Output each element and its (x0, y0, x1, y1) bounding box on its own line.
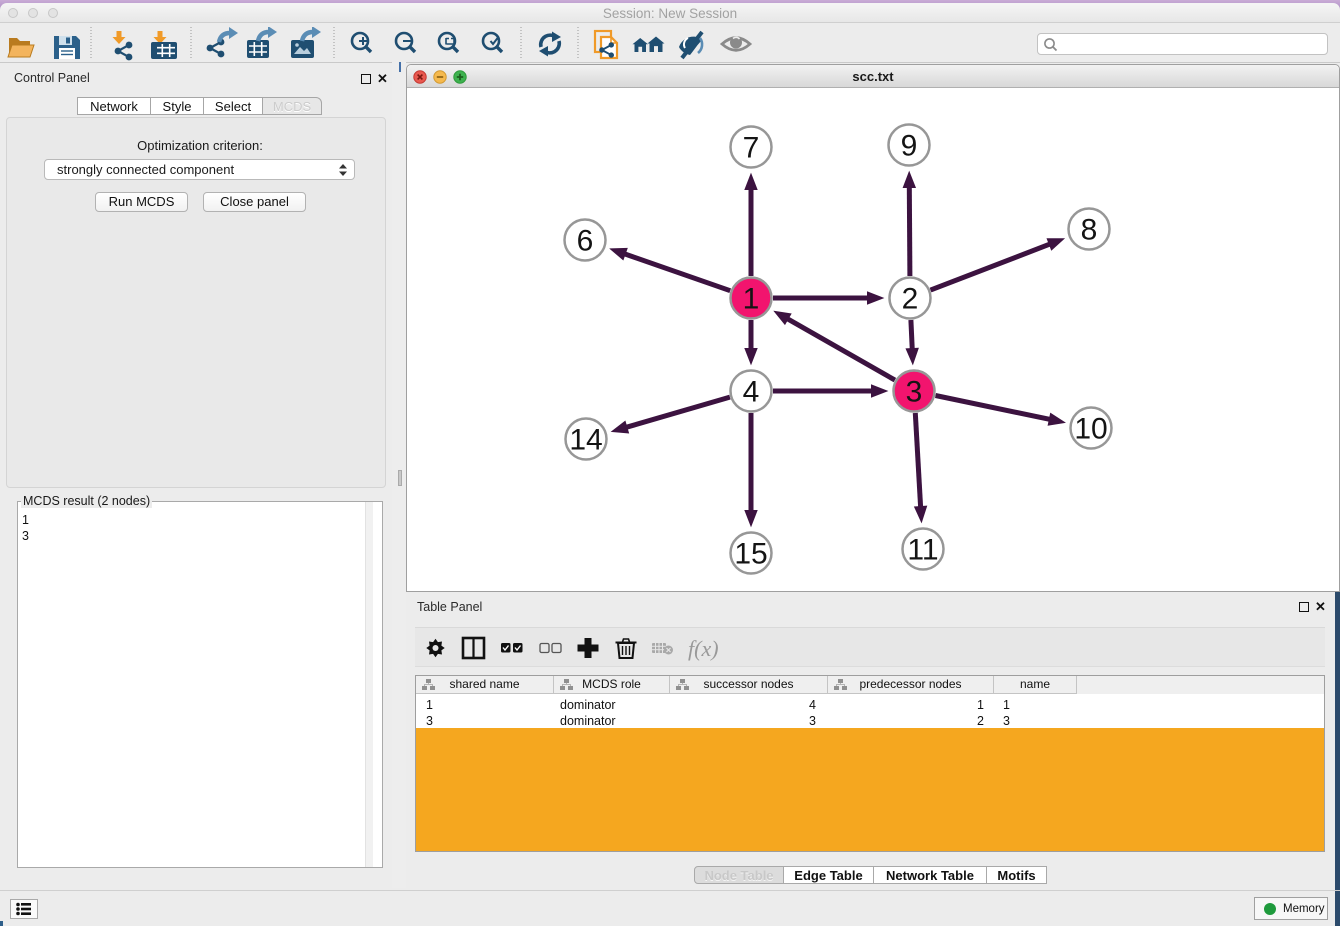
svg-text:9: 9 (901, 130, 918, 163)
svg-text:11: 11 (907, 534, 938, 567)
svg-text:8: 8 (1081, 214, 1098, 247)
svg-text:2: 2 (902, 283, 919, 316)
svg-text:10: 10 (1074, 413, 1107, 446)
svg-text:1: 1 (743, 283, 760, 316)
svg-text:4: 4 (743, 376, 760, 409)
svg-text:15: 15 (734, 538, 767, 571)
svg-text:14: 14 (569, 424, 602, 457)
svg-text:3: 3 (906, 376, 923, 409)
svg-text:6: 6 (577, 225, 594, 258)
svg-text:7: 7 (743, 132, 760, 165)
svg-text:f(x): f(x) (688, 636, 719, 661)
